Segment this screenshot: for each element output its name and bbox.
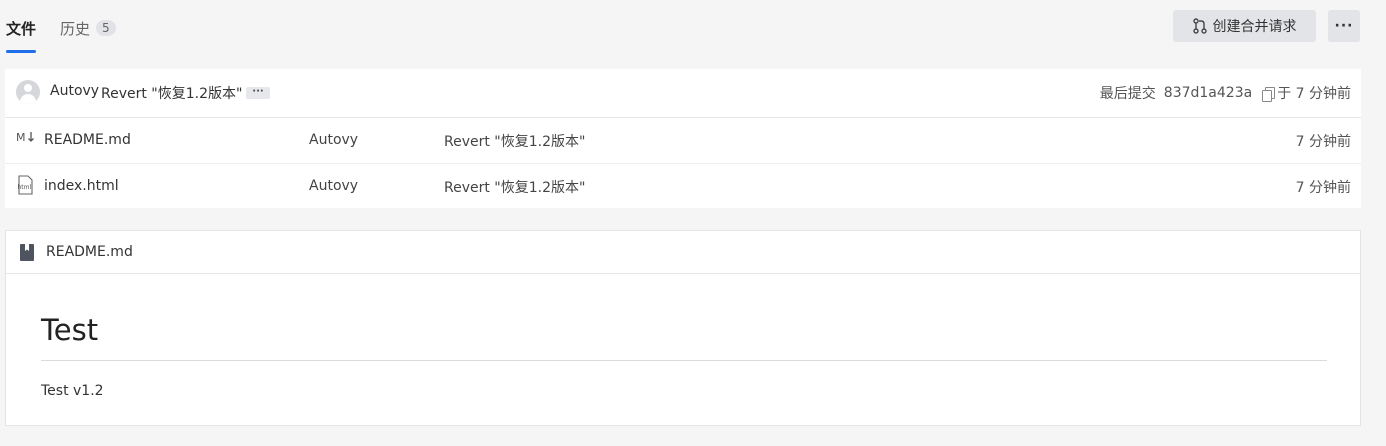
file-row[interactable]: html index.html Autovy Revert "恢复1.2版本" …: [5, 163, 1361, 209]
markdown-icon: M: [16, 131, 34, 144]
tab-history[interactable]: 历史 5: [60, 0, 116, 54]
readme-header: README.md: [6, 231, 1360, 274]
tab-history-label: 历史: [60, 19, 91, 38]
file-commit-message[interactable]: Revert "恢复1.2版本": [444, 131, 585, 151]
readme-paragraph: Test v1.2: [41, 383, 104, 399]
tab-files[interactable]: 文件: [6, 0, 37, 54]
file-list-panel: Autovy Revert "恢复1.2版本" ··· 最后提交 837d1a4…: [5, 69, 1361, 208]
divider: [41, 360, 1327, 361]
create-merge-request-label: 创建合并请求: [1212, 19, 1297, 35]
commit-message[interactable]: Revert "恢复1.2版本": [101, 83, 242, 103]
readme-heading: Test: [41, 313, 99, 347]
more-actions-button[interactable]: ···: [1328, 10, 1360, 42]
commit-meta: 最后提交 837d1a423a 于 7 分钟前: [1100, 83, 1351, 103]
file-name[interactable]: README.md: [44, 132, 131, 148]
tab-bar: 文件 历史 5: [6, 0, 116, 54]
commit-time: 于 7 分钟前: [1277, 86, 1351, 102]
svg-text:M: M: [16, 131, 26, 144]
tab-files-label: 文件: [6, 19, 37, 38]
readme-title[interactable]: README.md: [46, 244, 133, 260]
copy-icon[interactable]: [1262, 86, 1276, 102]
avatar[interactable]: [16, 80, 40, 104]
book-icon: [20, 244, 34, 261]
file-author: Autovy: [309, 132, 359, 148]
file-time: 7 分钟前: [1295, 134, 1351, 150]
merge-request-icon: [1192, 18, 1207, 34]
create-merge-request-button[interactable]: 创建合并请求: [1173, 10, 1316, 42]
file-row[interactable]: M README.md Autovy Revert "恢复1.2版本" 7 分钟…: [5, 118, 1361, 163]
commit-author[interactable]: Autovy: [50, 83, 99, 99]
file-time: 7 分钟前: [1295, 180, 1351, 196]
commit-hash[interactable]: 837d1a423a: [1164, 85, 1252, 101]
file-commit-message[interactable]: Revert "恢复1.2版本": [444, 177, 585, 197]
last-commit-label: 最后提交: [1099, 86, 1156, 102]
file-author: Autovy: [309, 178, 359, 194]
readme-panel: README.md Test Test v1.2: [5, 230, 1361, 426]
commit-expand-button[interactable]: ···: [246, 87, 270, 99]
html-file-icon: html: [18, 175, 33, 195]
latest-commit-bar: Autovy Revert "恢复1.2版本" ··· 最后提交 837d1a4…: [5, 69, 1361, 118]
file-name[interactable]: index.html: [44, 178, 119, 194]
history-count-badge: 5: [96, 20, 116, 36]
svg-text:html: html: [18, 184, 32, 191]
